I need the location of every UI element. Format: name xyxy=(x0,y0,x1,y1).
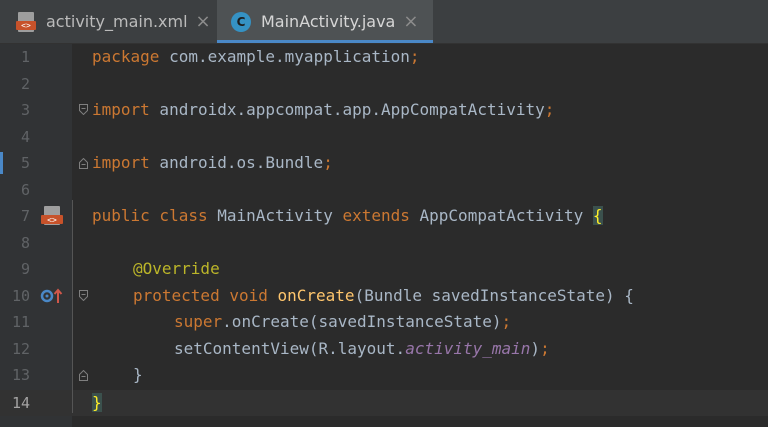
code-line-3[interactable]: import androidx.appcompat.app.AppCompatA… xyxy=(92,97,554,123)
line-number: 3 xyxy=(20,101,30,119)
override-method-icon[interactable] xyxy=(40,287,64,305)
line-number: 8 xyxy=(20,234,30,252)
line-number: 12 xyxy=(11,340,30,358)
code-line-11[interactable]: super.onCreate(savedInstanceState); xyxy=(174,309,511,335)
tab-label: activity_main.xml xyxy=(46,12,188,31)
code-line-13[interactable]: } xyxy=(133,362,143,388)
line-number: 1 xyxy=(20,48,30,66)
line-number: 7 xyxy=(20,207,30,225)
gutter-divider xyxy=(72,200,73,413)
line-number: 10 xyxy=(11,287,30,305)
line-number: 11 xyxy=(11,313,30,331)
tab-label: MainActivity.java xyxy=(261,12,396,31)
line-number: 5 xyxy=(20,154,30,172)
code-line-14[interactable]: } xyxy=(92,390,102,416)
line-number: 9 xyxy=(20,260,30,278)
code-line-7[interactable]: public class MainActivity extends AppCom… xyxy=(92,203,603,229)
fold-marker-icon[interactable] xyxy=(79,370,88,381)
svg-text:<>: <> xyxy=(47,216,57,225)
fold-marker-icon[interactable] xyxy=(79,158,88,169)
current-line-highlight xyxy=(0,390,768,416)
matched-brace: { xyxy=(592,206,603,225)
xml-layout-icon[interactable]: <> xyxy=(41,206,63,226)
fold-marker-icon[interactable] xyxy=(79,290,88,301)
fold-marker-icon[interactable] xyxy=(79,104,88,115)
code-line-12[interactable]: setContentView(R.layout.activity_main); xyxy=(174,336,550,362)
line-number: 4 xyxy=(20,128,30,146)
line-number: 6 xyxy=(20,181,30,199)
code-line-9[interactable]: @Override xyxy=(133,256,220,282)
code-line-5[interactable]: import android.os.Bundle; xyxy=(92,150,333,176)
tab-activity-main-xml[interactable]: <> activity_main.xml × xyxy=(0,0,215,43)
tab-main-activity-java[interactable]: C MainActivity.java × xyxy=(217,0,433,43)
code-line-1[interactable]: package com.example.myapplication; xyxy=(92,44,420,70)
close-icon[interactable]: × xyxy=(196,11,211,32)
code-line-10[interactable]: protected void onCreate(Bundle savedInst… xyxy=(133,283,634,309)
line-number: 2 xyxy=(20,75,30,93)
line-number: 13 xyxy=(11,366,30,384)
editor-tab-bar: <> activity_main.xml × C MainActivity.ja… xyxy=(0,0,768,44)
matched-brace: } xyxy=(92,393,102,412)
xml-file-icon: <> xyxy=(16,11,36,32)
line-number-current: 14 xyxy=(11,394,30,412)
close-icon[interactable]: × xyxy=(403,11,418,32)
java-class-icon: C xyxy=(231,11,251,32)
